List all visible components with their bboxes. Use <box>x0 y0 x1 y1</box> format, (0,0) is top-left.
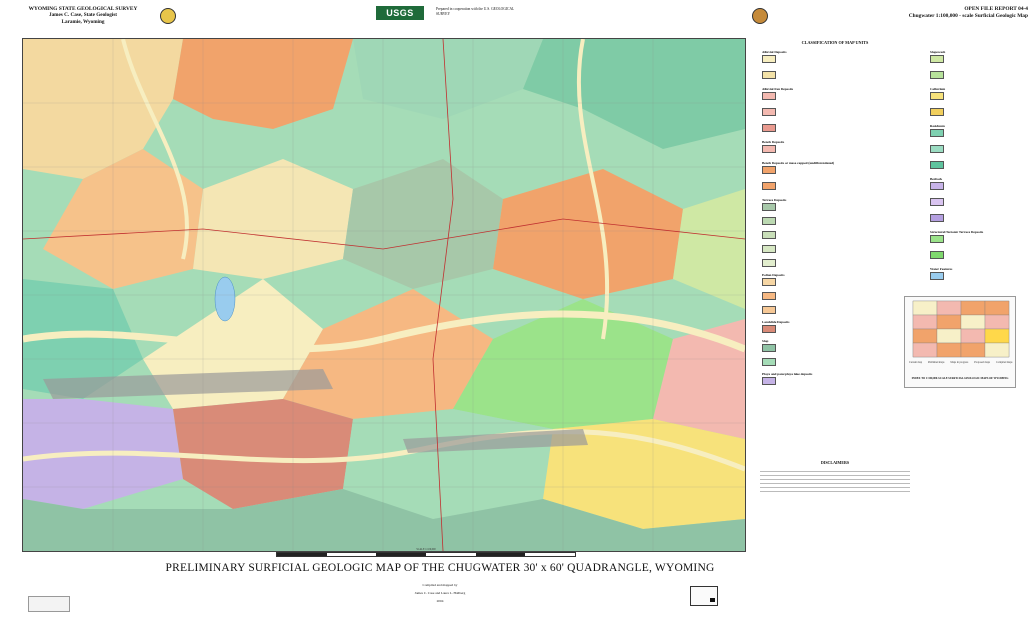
report-header: OPEN FILE REPORT 04-4 Chugwater 1:100,00… <box>858 6 1028 19</box>
scale-bar: SCALE 1:100,000 <box>276 548 576 558</box>
geologic-map[interactable] <box>22 38 746 552</box>
index-key: Current map Published maps Maps in progr… <box>909 361 1013 364</box>
year: 2004 <box>436 599 444 603</box>
legend-swatch <box>762 259 776 267</box>
legend-section: Bench Deposits <box>762 140 785 144</box>
legend-swatch <box>762 245 776 253</box>
disclaimer-text-block <box>760 468 910 528</box>
legend-swatch <box>930 182 944 190</box>
report-subtitle: Chugwater 1:100,000 - scale Surficial Ge… <box>908 12 1028 19</box>
legend-swatch <box>762 124 776 132</box>
legend-section: Structural/Tectonic Terrace Deposits <box>930 230 984 234</box>
legend-swatch <box>762 344 776 352</box>
legend-column-left: Alluvial Deposits Alluvial Fan Deposits … <box>762 50 902 386</box>
disclaimers-title: DISCLAIMERS <box>820 460 850 465</box>
compiled-by: Compiled and mapped by <box>422 583 458 587</box>
legend-swatch <box>762 108 776 116</box>
authors: James C. Case and Laura L. Hallberg <box>414 591 466 595</box>
legend-swatch <box>762 145 776 153</box>
legend-swatch <box>762 292 776 300</box>
legend-section: Terrace Deposits <box>762 198 787 202</box>
state-seal-icon <box>752 8 768 24</box>
index-grid <box>912 300 1010 358</box>
byline: Compiled and mapped by James C. Case and… <box>300 581 580 605</box>
legend-section: Water Features <box>930 267 953 271</box>
legend-section: Residuum <box>930 124 945 128</box>
key-current-map: Current map <box>909 361 923 364</box>
legend-swatch <box>930 251 944 259</box>
key-maps-in-progress: Maps in progress <box>950 361 969 364</box>
report-number: OPEN FILE REPORT 04-4 <box>964 6 1028 12</box>
survey-header: WYOMING STATE GEOLOGICAL SURVEY James C.… <box>8 6 158 25</box>
legend-swatch <box>762 55 776 63</box>
legend-swatch <box>930 161 944 169</box>
legend-section: Colluvium <box>930 87 946 91</box>
legend-swatch <box>762 325 776 333</box>
legend-swatch <box>930 92 944 100</box>
legend-section: Bench Deposits or mesa capped (undiffere… <box>762 161 835 165</box>
legend-swatch <box>762 71 776 79</box>
legend-swatch <box>762 358 776 366</box>
coop-text: Prepared in cooperation with the U.S. GE… <box>436 7 515 16</box>
map-svg <box>23 39 745 551</box>
legend-swatch <box>762 166 776 174</box>
quadrangle-location-marker <box>710 598 715 602</box>
legend-swatch <box>930 235 944 243</box>
legend-swatch <box>930 71 944 79</box>
legend-swatch <box>930 108 944 116</box>
key-published-maps: Published maps <box>928 361 945 364</box>
legend-swatch <box>762 182 776 190</box>
legend-swatch <box>930 214 944 222</box>
legend-section: Playa and pans/playa lake deposits <box>762 372 813 376</box>
legend-swatch <box>930 129 944 137</box>
legend-section: Eolian Deposits <box>762 273 785 277</box>
wsgs-seal-icon <box>160 8 176 24</box>
legend-swatch <box>762 278 776 286</box>
usgs-logo: USGS <box>376 6 424 20</box>
legend-section: Alluvial Deposits <box>762 50 787 54</box>
key-proposed-maps: Proposed maps <box>974 361 991 364</box>
legend-section: Slopewash <box>930 50 946 54</box>
map-title: PRELIMINARY SURFICIAL GEOLOGIC MAP OF TH… <box>165 562 715 574</box>
legend-swatch <box>762 92 776 100</box>
legend-swatch <box>930 145 944 153</box>
legend-title: CLASSIFICATION OF MAP UNITS <box>801 40 869 45</box>
legend-swatch <box>762 306 776 314</box>
index-map: Current map Published maps Maps in progr… <box>904 296 1016 388</box>
legend-swatch <box>762 203 776 211</box>
legend-section: Bedrock <box>930 177 943 181</box>
legend-swatch <box>762 231 776 239</box>
index-title: INDEX TO 1:100,000-SCALE SURFICIAL GEOLO… <box>911 377 1009 380</box>
legend-section: Alluvial Fan Deposits <box>762 87 794 91</box>
legend-section: Landslide Deposits <box>762 320 790 324</box>
legend-swatch <box>930 198 944 206</box>
survey-location: Laramie, Wyoming <box>61 18 105 25</box>
legend-swatch <box>930 55 944 63</box>
legend-section: Slop <box>762 339 769 343</box>
wyoming-locator-map <box>690 586 718 606</box>
scale-label: SCALE 1:100,000 <box>416 548 436 551</box>
legend-column-right: Slopewash Colluvium Residuum Bedrock Str… <box>930 50 1026 281</box>
publisher-logo <box>28 596 70 612</box>
legend-swatch <box>762 217 776 225</box>
legend-swatch <box>762 377 776 385</box>
legend-swatch <box>930 272 944 280</box>
key-compiled-maps: Compiled maps <box>996 361 1013 364</box>
